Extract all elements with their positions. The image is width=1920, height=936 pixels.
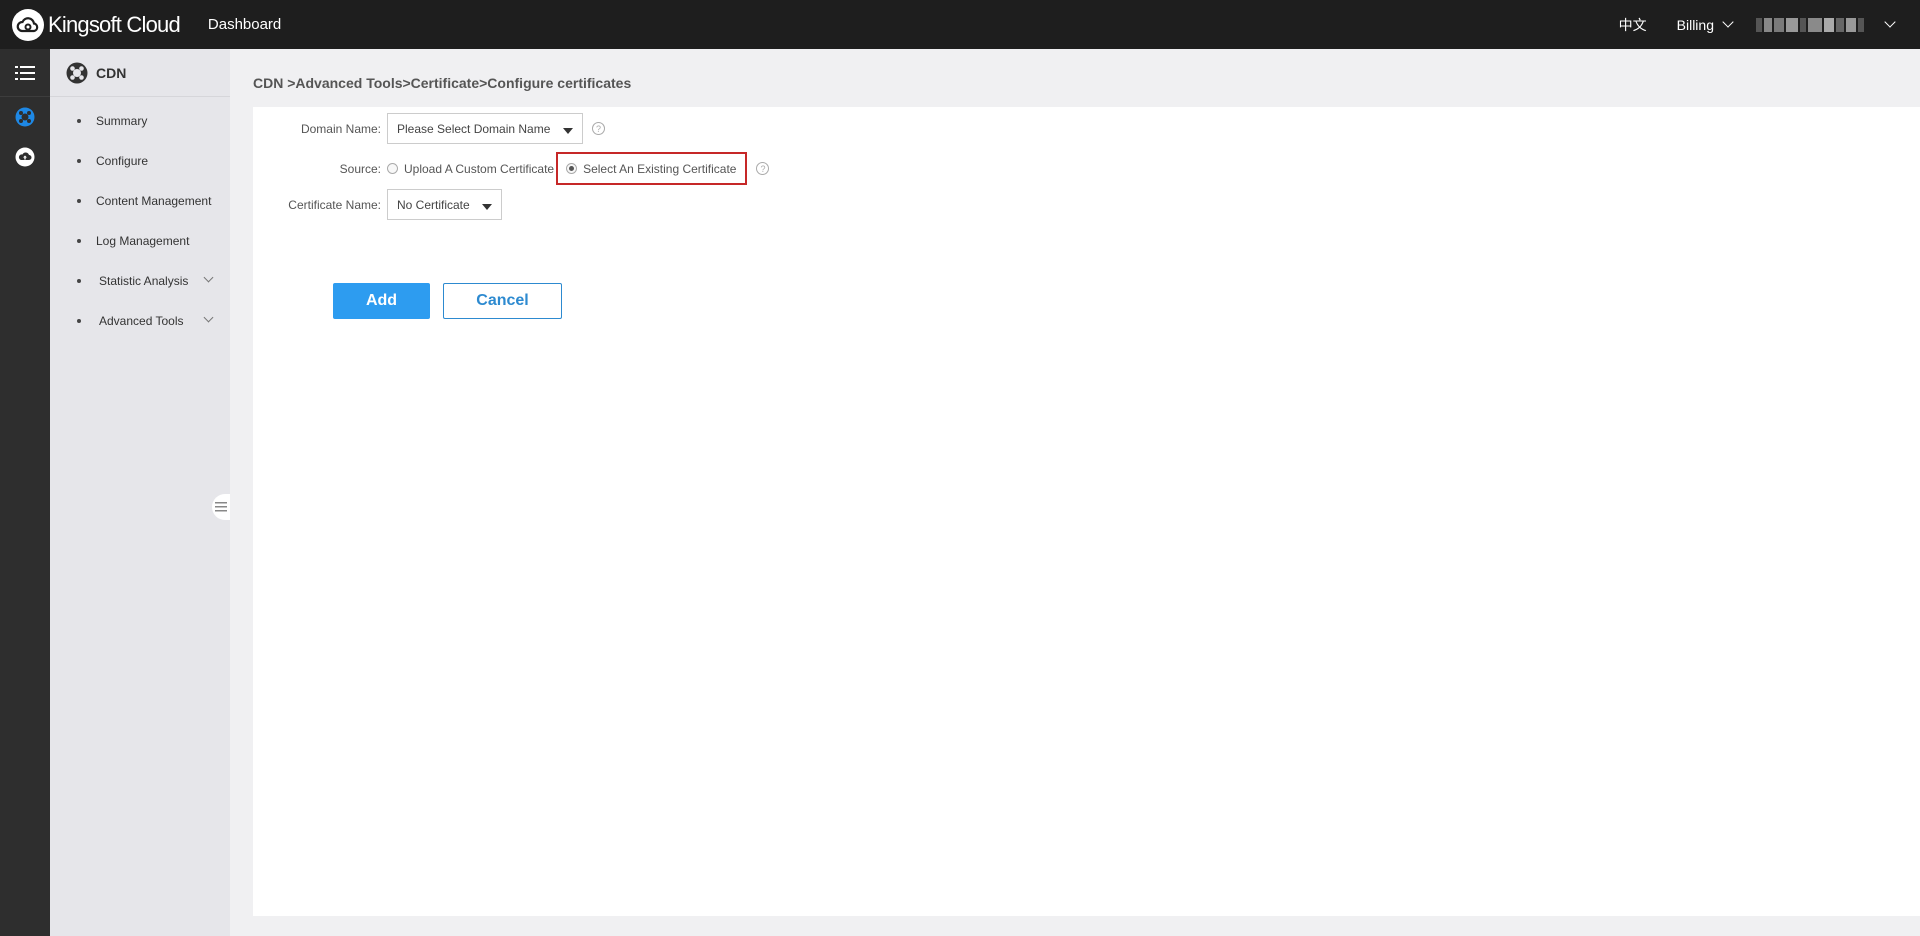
redacted-username	[1756, 17, 1864, 32]
sidebar-item-label: Summary	[96, 114, 148, 128]
chevron-down-icon	[203, 272, 214, 283]
sidebar-item-label: Statistic Analysis	[99, 274, 189, 288]
sidebar-item-label: Log Management	[96, 234, 190, 248]
collapse-handle-icon	[215, 502, 227, 512]
sidebar-item-label: Configure	[96, 154, 149, 168]
sidebar-item-label: Advanced Tools	[99, 314, 184, 328]
question-icon[interactable]: ?	[592, 122, 605, 135]
radio-label: Upload A Custom Certificate	[404, 161, 555, 176]
cdn-icon	[66, 62, 88, 83]
nav-dashboard[interactable]: Dashboard	[208, 16, 281, 33]
sidebar-item-label: Content Management	[96, 194, 212, 208]
radio-button[interactable]	[566, 163, 578, 174]
domain-name-select[interactable]: Please Select Domain Name	[387, 113, 583, 144]
top-bar: Kingsoft Cloud Dashboard 中文 Billing	[0, 0, 1920, 49]
caret-down-icon	[563, 128, 573, 134]
certificate-name-value: No Certificate	[397, 197, 470, 212]
cancel-button[interactable]: Cancel	[443, 283, 562, 319]
certificate-name-select[interactable]: No Certificate	[387, 189, 502, 220]
chevron-down-icon	[203, 312, 214, 323]
certificate-name-row: Certificate Name: No Certificate	[253, 189, 502, 220]
brand-logo[interactable]: Kingsoft Cloud	[12, 8, 181, 41]
sidebar-item-statistic-analysis[interactable]: Statistic Analysis	[50, 261, 230, 301]
rail-item-storage[interactable]	[0, 137, 50, 177]
radio-upload-custom-certificate[interactable]: Upload A Custom Certificate	[387, 162, 554, 176]
domain-name-value: Please Select Domain Name	[397, 121, 551, 136]
user-account-menu[interactable]	[1756, 16, 1896, 32]
add-button[interactable]: Add	[333, 283, 430, 319]
sidebar: CDN Summary Configure Content Management…	[50, 49, 230, 936]
rail-item-cdn[interactable]	[0, 97, 50, 137]
cloud-upload-icon	[15, 147, 35, 167]
sidebar-item-content-management[interactable]: Content Management	[50, 181, 230, 221]
chevron-down-icon	[1722, 16, 1734, 28]
bullet	[77, 239, 81, 243]
source-row: Source: Upload A Custom Certificate Sele…	[253, 152, 770, 185]
icon-rail	[0, 49, 50, 936]
chevron-down-icon	[1884, 16, 1896, 28]
radio-select-existing-certificate[interactable]: Select An Existing Certificate	[566, 162, 736, 176]
billing-menu[interactable]: Billing	[1676, 16, 1734, 33]
domain-name-label: Domain Name:	[300, 121, 381, 136]
menu-toggle-button[interactable]	[0, 49, 50, 97]
highlight-box: Select An Existing Certificate	[556, 152, 748, 185]
sidebar-item-advanced-tools[interactable]: Advanced Tools	[50, 301, 230, 341]
menu-list-icon	[15, 65, 35, 80]
radio-button[interactable]	[387, 163, 398, 174]
bullet	[77, 279, 81, 283]
sidebar-title: CDN	[96, 64, 127, 81]
language-switch[interactable]: 中文	[1619, 15, 1647, 35]
breadcrumb: CDN >Advanced Tools>Certificate>Configur…	[253, 75, 632, 91]
main-content: CDN >Advanced Tools>Certificate>Configur…	[230, 49, 1920, 936]
cdn-icon	[15, 107, 35, 127]
billing-label: Billing	[1676, 16, 1714, 33]
bullet	[77, 319, 81, 323]
caret-down-icon	[482, 204, 492, 210]
domain-name-row: Domain Name: Please Select Domain Name ?	[253, 113, 605, 144]
bullet	[77, 119, 81, 123]
cloud-logo-icon	[12, 8, 44, 41]
sidebar-item-summary[interactable]: Summary	[50, 101, 230, 141]
brand-name: Kingsoft Cloud	[48, 11, 181, 37]
question-icon[interactable]: ?	[756, 162, 770, 175]
radio-label: Select An Existing Certificate	[583, 161, 737, 176]
sidebar-item-configure[interactable]: Configure	[50, 141, 230, 181]
source-label: Source:	[339, 161, 381, 176]
bullet	[77, 159, 81, 163]
bullet	[77, 199, 81, 203]
sidebar-header: CDN	[50, 49, 230, 97]
certificate-name-label: Certificate Name:	[288, 197, 381, 212]
form-panel: Domain Name: Please Select Domain Name ?…	[253, 107, 1920, 916]
sidebar-item-log-management[interactable]: Log Management	[50, 221, 230, 261]
